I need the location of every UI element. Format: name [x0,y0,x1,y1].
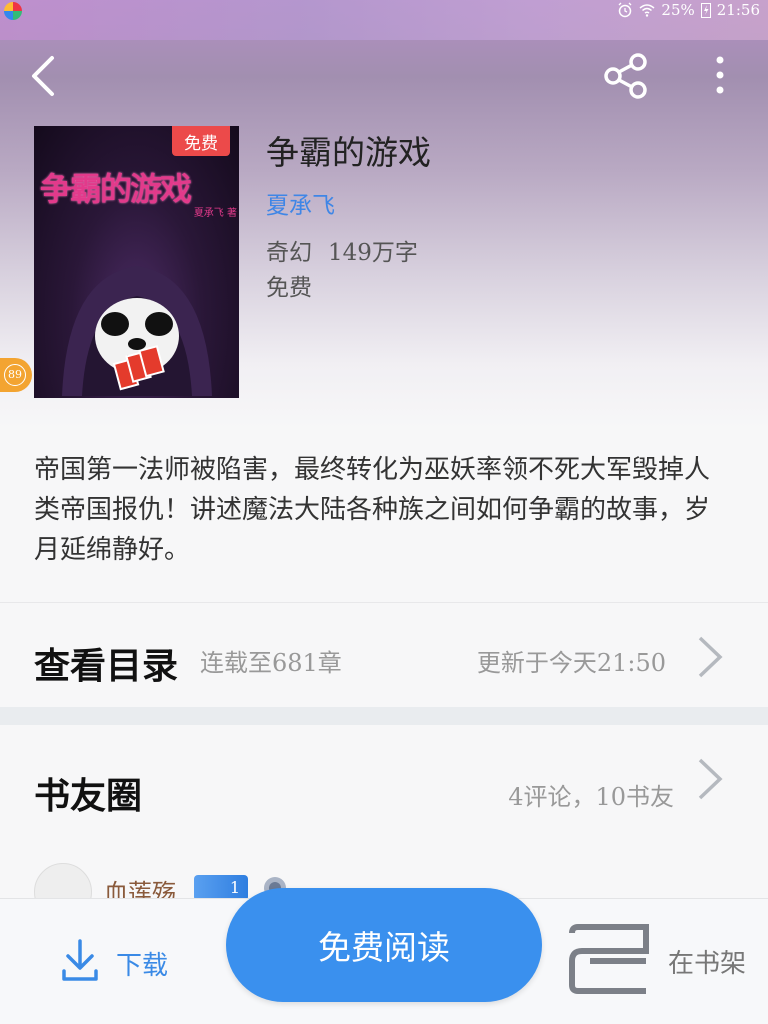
book-circle-stats: 4评论，10书友 [508,783,674,811]
view-catalog-row[interactable]: 查看目录 连载至681章 更新于今天21:50 [0,603,768,707]
intro-text: 帝国第一法师被陷害，最终转化为巫妖率领不死大军毁掉人类帝国报仇！讲述魔法大陆各种… [34,455,711,565]
app-notification-icon [4,2,22,20]
free-read-button[interactable]: 免费阅读 [226,888,542,1002]
update-time: 更新于今天21:50 [476,649,666,677]
author-link[interactable]: 夏承飞 [266,186,335,220]
chevron-left-icon [32,56,54,96]
book-meta: 奇幻 149万字 [266,233,418,267]
download-button[interactable]: 下载 [60,933,190,989]
alarm-icon [618,2,632,18]
share-button[interactable] [600,52,652,100]
book-title: 争霸的游戏 [266,133,431,172]
price-label: 免费 [266,275,312,301]
download-icon [62,939,98,981]
battery-percent: 25% [661,1,695,19]
more-options-button[interactable] [700,52,740,100]
bookshelf-icon [569,924,649,994]
genre-label: 奇幻 [266,240,312,266]
download-label: 下载 [116,951,169,981]
more-vertical-icon [716,56,724,94]
catalog-title: 查看目录 [34,645,179,687]
chevron-right-icon [698,636,723,678]
bookshelf-label: 在书架 [668,949,747,979]
book-intro[interactable]: 帝国第一法师被陷害，最终转化为巫妖率领不死大军毁掉人类帝国报仇！讲述魔法大陆各种… [0,428,768,602]
hooded-bear-illustration [62,266,212,396]
status-bar: 25% 21:56 [0,0,768,24]
free-badge: 免费 [172,126,230,156]
level-badge-number: 89 [4,364,26,386]
chevron-right-icon [698,758,723,800]
book-cover[interactable]: 争霸的游戏 夏承飞 著 [34,126,239,398]
battery-charging-icon [700,3,711,18]
book-circle-section[interactable]: 书友圈 4评论，10书友 血莲殇 1 [0,725,768,921]
serial-status: 连载至681章 [200,649,342,677]
wifi-icon [639,4,655,17]
clock: 21:56 [716,1,760,19]
back-button[interactable] [20,52,68,100]
cover-author-text: 夏承飞 著 [193,208,237,219]
book-circle-title: 书友圈 [34,775,143,817]
bookshelf-button[interactable]: 在书架 [566,921,766,1001]
share-icon [604,53,647,99]
section-separator [0,707,768,725]
top-navigation-bar [0,40,768,112]
word-count: 149万字 [328,240,418,266]
